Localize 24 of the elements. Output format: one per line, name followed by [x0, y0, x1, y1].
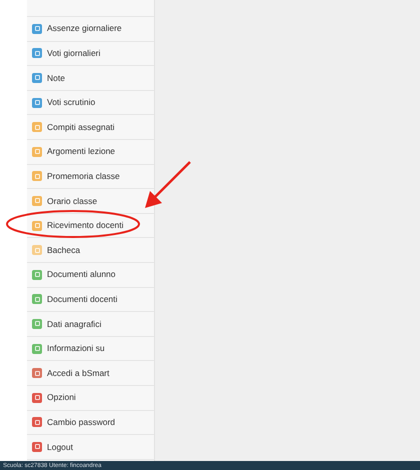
- menu-label: Informazioni su: [47, 342, 105, 355]
- menu-label: Bacheca: [47, 244, 80, 257]
- menu-item[interactable]: Voti giornalieri: [27, 42, 154, 66]
- menu-label: Opzioni: [47, 391, 76, 404]
- menu-label: Documenti docenti: [47, 292, 118, 306]
- menu-item[interactable]: Promemoria classe: [27, 164, 154, 190]
- menu-label: Logout: [47, 440, 73, 454]
- pointer-arrow: [145, 161, 191, 208]
- menu-label: Documenti alunno: [47, 268, 116, 282]
- menu-label: Dati anagrafici: [47, 318, 102, 330]
- menu-label: Accedi a bSmart: [47, 366, 110, 380]
- menu-label: Argomenti lezione: [47, 145, 116, 158]
- menu-label: Cambio password: [47, 416, 116, 429]
- menu-label: Voti scrutinio: [47, 96, 96, 109]
- menu-label: Orario classe: [47, 194, 98, 208]
- menu-label: Assenze giornaliere: [47, 22, 122, 36]
- menu-label: Note: [47, 72, 65, 84]
- menu-label: Compiti assegnati: [47, 120, 115, 134]
- menu-item[interactable]: Cambio password: [27, 410, 154, 436]
- menu-item[interactable]: Informazioni su: [27, 336, 154, 362]
- menu-item[interactable]: Documenti docenti: [27, 288, 154, 312]
- menu-label: Ricevimento docenti: [47, 219, 124, 232]
- menu-label: Voti giornalieri: [47, 47, 100, 60]
- menu-label: Promemoria classe: [47, 170, 120, 183]
